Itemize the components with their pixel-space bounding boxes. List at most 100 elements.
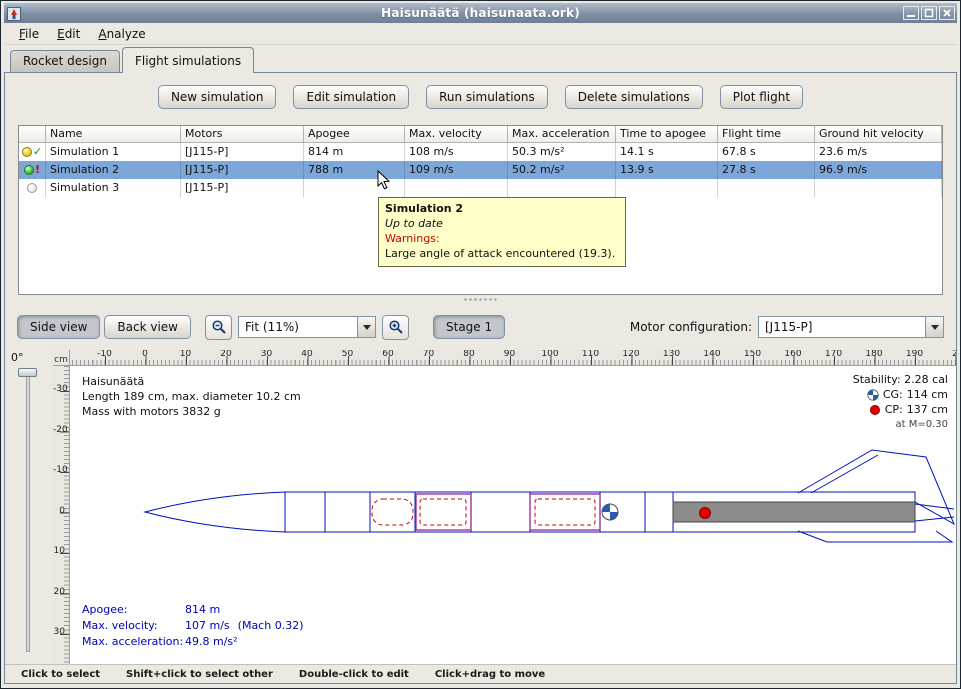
motor-configuration-select[interactable]: [J115-P] bbox=[758, 316, 944, 338]
rocket-info-block: Haisunäätä Length 189 cm, max. diameter … bbox=[82, 374, 301, 419]
h-ruler-label: 90 bbox=[489, 350, 530, 359]
tab-flight-simulations[interactable]: Flight simulations bbox=[122, 47, 254, 73]
cell-flight-time: 67.8 s bbox=[718, 143, 815, 161]
cell-time-to-apogee: 13.9 s bbox=[616, 161, 718, 179]
col-max-acceleration[interactable]: Max. acceleration bbox=[508, 126, 616, 143]
flight-info-block: Apogee:814 m Max. velocity:107 m/s(Mach … bbox=[82, 602, 303, 650]
stability-label: Stability: bbox=[853, 373, 901, 386]
rocket-mass: Mass with motors 3832 g bbox=[82, 404, 301, 419]
h-ruler-label: 2 bbox=[935, 350, 956, 359]
h-ruler-label: 50 bbox=[327, 350, 368, 359]
status-ball-green-icon bbox=[24, 165, 34, 175]
titlebar[interactable]: Haisunäätä (haisunaata.ork) bbox=[4, 3, 957, 23]
max-velocity-value: 107 m/s bbox=[185, 619, 230, 632]
magnifier-minus-icon bbox=[211, 319, 227, 335]
stability-block: Stability: 2.28 cal CG: 114 cm CP: 137 c… bbox=[853, 372, 948, 432]
rotation-slider-track[interactable] bbox=[26, 372, 30, 652]
apogee-value: 814 m bbox=[185, 603, 220, 616]
cell-name: Simulation 2 bbox=[46, 161, 181, 179]
edit-simulation-button[interactable]: Edit simulation bbox=[293, 85, 409, 109]
v-ruler-label: 0 bbox=[53, 507, 65, 516]
h-ruler-label: 110 bbox=[570, 350, 611, 359]
plot-flight-button[interactable]: Plot flight bbox=[720, 85, 803, 109]
app-icon bbox=[7, 6, 23, 20]
col-time-to-apogee[interactable]: Time to apogee bbox=[616, 126, 718, 143]
table-body: Simulation 1 [J115-P] 814 m 108 m/s 50.3… bbox=[19, 143, 942, 197]
cell-motors: [J115-P] bbox=[181, 179, 304, 197]
chevron-down-icon bbox=[925, 317, 943, 337]
h-ruler-label: 30 bbox=[246, 350, 287, 359]
h-ruler-label: 130 bbox=[651, 350, 692, 359]
menu-file[interactable]: File bbox=[12, 25, 46, 43]
ruler-unit-label: cm bbox=[53, 350, 70, 366]
figure-status-bar: Click to select Shift+click to select ot… bbox=[5, 664, 956, 683]
cp-label: CP: bbox=[885, 402, 903, 417]
stability-value: 2.28 cal bbox=[904, 373, 948, 386]
h-ruler-label: 170 bbox=[813, 350, 854, 359]
zoom-in-button[interactable] bbox=[382, 315, 409, 340]
col-ground-hit-velocity[interactable]: Ground hit velocity bbox=[815, 126, 942, 143]
new-simulation-button[interactable]: New simulation bbox=[158, 85, 277, 109]
rotation-control: 0° bbox=[5, 350, 53, 664]
table-header-row: Name Motors Apogee Max. velocity Max. ac… bbox=[19, 126, 942, 143]
cell-max-velocity: 109 m/s bbox=[405, 161, 508, 179]
rocket-canvas[interactable]: Haisunäätä Length 189 cm, max. diameter … bbox=[70, 366, 956, 664]
cell-flight-time: 27.8 s bbox=[718, 161, 815, 179]
cg-legend-icon bbox=[867, 389, 879, 401]
stage-1-toggle[interactable]: Stage 1 bbox=[433, 315, 505, 339]
h-ruler-label: 180 bbox=[854, 350, 895, 359]
h-ruler-label: 80 bbox=[449, 350, 490, 359]
v-ruler-label: 10 bbox=[53, 547, 65, 556]
minimize-button[interactable] bbox=[903, 6, 919, 20]
h-ruler-label: 70 bbox=[408, 350, 449, 359]
v-ruler-label: -30 bbox=[53, 385, 65, 394]
h-ruler-label: 120 bbox=[611, 350, 652, 359]
table-row-simulation-1[interactable]: Simulation 1 [J115-P] 814 m 108 m/s 50.3… bbox=[19, 143, 942, 161]
tab-rocket-design[interactable]: Rocket design bbox=[10, 50, 120, 72]
tooltip-warnings-label: Warnings: bbox=[385, 231, 619, 246]
maximize-button[interactable] bbox=[921, 6, 937, 20]
menu-edit[interactable]: Edit bbox=[50, 25, 87, 43]
cell-motors: [J115-P] bbox=[181, 161, 304, 179]
chevron-down-icon bbox=[357, 317, 375, 337]
split-divider[interactable] bbox=[5, 295, 956, 304]
tooltip-title: Simulation 2 bbox=[385, 201, 619, 216]
status-ball-gray-icon bbox=[27, 183, 37, 193]
table-row-simulation-3[interactable]: Simulation 3 [J115-P] bbox=[19, 179, 942, 197]
rocket-dimensions: Length 189 cm, max. diameter 10.2 cm bbox=[82, 389, 301, 404]
mouse-cursor-icon bbox=[377, 170, 392, 195]
menu-analyze[interactable]: Analyze bbox=[91, 25, 152, 43]
hint-shift-click: Shift+click to select other bbox=[126, 669, 273, 680]
run-simulations-button[interactable]: Run simulations bbox=[426, 85, 548, 109]
max-acceleration-label: Max. acceleration: bbox=[82, 634, 185, 650]
h-ruler-label: 140 bbox=[692, 350, 733, 359]
col-apogee[interactable]: Apogee bbox=[304, 126, 405, 143]
window-title: Haisunäätä (haisunaata.ork) bbox=[4, 6, 957, 20]
cp-marker-icon bbox=[700, 508, 711, 519]
cp-value: 137 cm bbox=[907, 402, 948, 417]
table-row-simulation-2[interactable]: Simulation 2 [J115-P] 788 m 109 m/s 50.2… bbox=[19, 161, 942, 179]
h-ruler-label: 160 bbox=[773, 350, 814, 359]
hint-double-click: Double-click to edit bbox=[299, 669, 409, 680]
col-status[interactable] bbox=[19, 126, 46, 143]
delete-simulations-button[interactable]: Delete simulations bbox=[565, 85, 703, 109]
cell-ground-hit-velocity bbox=[815, 179, 942, 197]
zoom-out-button[interactable] bbox=[205, 315, 232, 340]
zoom-select[interactable]: Fit (11%) bbox=[238, 316, 376, 338]
rotation-slider-handle[interactable] bbox=[18, 368, 37, 377]
rotation-value: 0° bbox=[11, 351, 24, 364]
cell-ground-hit-velocity: 23.6 m/s bbox=[815, 143, 942, 161]
h-ruler-label: 20 bbox=[206, 350, 247, 359]
window-controls bbox=[903, 6, 955, 20]
col-motors[interactable]: Motors bbox=[181, 126, 304, 143]
col-flight-time[interactable]: Flight time bbox=[718, 126, 815, 143]
status-cell bbox=[19, 179, 46, 197]
close-button[interactable] bbox=[939, 6, 955, 20]
side-view-button[interactable]: Side view bbox=[17, 315, 100, 339]
col-name[interactable]: Name bbox=[46, 126, 181, 143]
back-view-button[interactable]: Back view bbox=[104, 315, 191, 339]
cell-max-acceleration: 50.3 m/s² bbox=[508, 143, 616, 161]
figure-area: 0° cm -10 0 10 20 30 40 50 60 7 bbox=[5, 350, 956, 664]
col-max-velocity[interactable]: Max. velocity bbox=[405, 126, 508, 143]
cell-max-velocity bbox=[405, 179, 508, 197]
